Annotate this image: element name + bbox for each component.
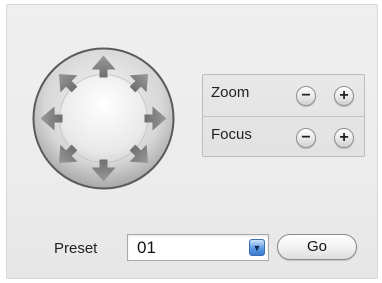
preset-label: Preset	[54, 240, 98, 257]
ptz-direction-pad	[32, 47, 175, 190]
chevron-down-icon[interactable]: ▼	[249, 239, 265, 256]
zoom-label: Zoom	[211, 84, 250, 101]
focus-near-button[interactable]: −	[296, 128, 316, 148]
focus-label: Focus	[211, 126, 252, 143]
zoom-in-button[interactable]: +	[334, 86, 354, 106]
minus-icon: −	[301, 129, 311, 146]
minus-icon: −	[301, 87, 311, 104]
camera-control-panel: Zoom − + Focus − + Preset 01 ▼ Go	[6, 4, 378, 279]
preset-select[interactable]: 01 ▼	[127, 234, 269, 261]
zoom-out-button[interactable]: −	[296, 86, 316, 106]
plus-icon: +	[339, 87, 349, 104]
preset-value: 01	[137, 238, 156, 257]
lens-control-box: Zoom − + Focus − +	[202, 74, 365, 157]
focus-row: Focus − +	[203, 117, 364, 158]
plus-icon: +	[339, 129, 349, 146]
go-button[interactable]: Go	[277, 234, 357, 260]
zoom-row: Zoom − +	[203, 75, 364, 116]
focus-far-button[interactable]: +	[334, 128, 354, 148]
